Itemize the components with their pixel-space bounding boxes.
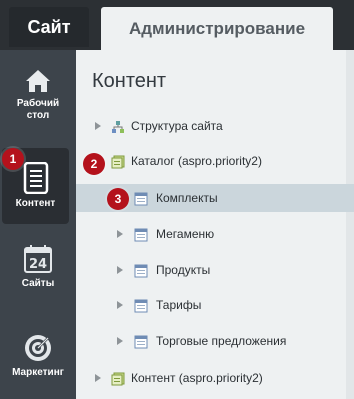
iblock-icon bbox=[134, 192, 148, 205]
sidebar-item-label: Контент bbox=[15, 198, 56, 209]
target-icon bbox=[23, 333, 53, 363]
expand-arrow-icon[interactable] bbox=[95, 122, 101, 130]
tree-item[interactable]: Каталог (aspro.priority2) bbox=[76, 147, 354, 175]
tab-admin[interactable]: Администрирование bbox=[101, 7, 333, 50]
step-badge-3: 3 bbox=[107, 188, 129, 210]
iblock-icon bbox=[134, 228, 148, 241]
home-icon bbox=[25, 68, 51, 94]
tree-item-label: Мегаменю bbox=[156, 227, 215, 241]
tree-item-label: Комплекты bbox=[156, 191, 218, 205]
iblock-icon bbox=[134, 264, 148, 277]
step-badge-2: 2 bbox=[83, 153, 105, 175]
expand-arrow-icon[interactable] bbox=[117, 266, 123, 274]
expand-arrow-icon[interactable] bbox=[95, 374, 101, 382]
sidebar-item-desktop[interactable]: Рабочий стол bbox=[0, 68, 76, 122]
expand-arrow-icon[interactable] bbox=[117, 301, 123, 309]
expand-arrow-icon[interactable] bbox=[117, 337, 123, 345]
top-tab-bar: Сайт Администрирование bbox=[0, 0, 354, 50]
tab-site[interactable]: Сайт bbox=[9, 7, 89, 47]
tree-item[interactable]: Торговые предложения bbox=[76, 327, 354, 355]
sidebar-item-marketing[interactable]: Маркетинг bbox=[0, 333, 76, 379]
tree-item-label: Продукты bbox=[156, 263, 211, 277]
tree-item-label: Контент (aspro.priority2) bbox=[131, 371, 263, 385]
tree-item[interactable]: Продукты bbox=[76, 256, 354, 284]
catalog-icon bbox=[111, 155, 125, 168]
sidebar-item-label: Рабочий стол bbox=[16, 98, 60, 121]
step-badge-1: 1 bbox=[2, 148, 24, 170]
page-title: Контент bbox=[92, 70, 167, 92]
tree-item-label: Каталог (aspro.priority2) bbox=[131, 154, 262, 168]
expand-arrow-icon[interactable] bbox=[117, 230, 123, 238]
tree-item[interactable]: Тарифы bbox=[76, 291, 354, 319]
tree-item[interactable]: Контент (aspro.priority2) bbox=[76, 364, 354, 392]
calendar-icon: 24 bbox=[23, 244, 53, 274]
catalog-icon bbox=[111, 372, 125, 385]
tree-item[interactable]: Структура сайта bbox=[76, 112, 354, 140]
tree-item-label: Тарифы bbox=[156, 298, 202, 312]
document-icon bbox=[23, 162, 49, 194]
iblock-icon bbox=[134, 335, 148, 348]
tree-item-label: Торговые предложения bbox=[156, 334, 287, 348]
sidebar-item-label: Маркетинг bbox=[12, 367, 64, 378]
structure-icon bbox=[111, 120, 124, 133]
sidebar-item-label: Сайты bbox=[21, 278, 55, 289]
tree-item-label: Структура сайта bbox=[131, 119, 223, 133]
sidebar-item-sites[interactable]: 24 Сайты bbox=[0, 244, 76, 290]
iblock-icon bbox=[134, 299, 148, 312]
tree-item[interactable]: Мегаменю bbox=[76, 220, 354, 248]
calendar-day-text: 24 bbox=[29, 257, 47, 272]
